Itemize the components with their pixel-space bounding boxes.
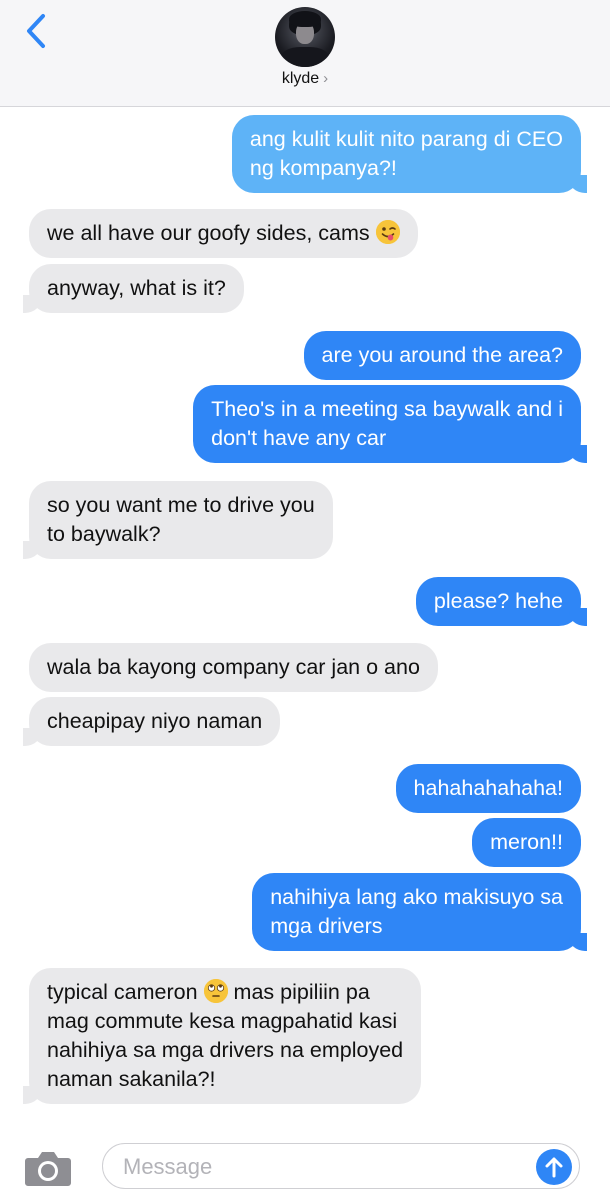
- chevron-right-icon: ›: [323, 70, 329, 87]
- arrow-up-icon: [545, 1157, 563, 1178]
- message-bubble-outgoing[interactable]: nahihiya lang ako makisuyo sa mga driver…: [252, 873, 587, 951]
- conversation-header: klyde ›: [0, 0, 610, 107]
- chevron-left-icon: [27, 14, 45, 48]
- message-bubble-incoming[interactable]: cheapipay niyo naman: [22, 697, 281, 746]
- message-composer: [0, 1135, 610, 1200]
- message-line: meron!!: [490, 830, 563, 854]
- message-bubble-outgoing[interactable]: please? hehe: [415, 577, 588, 626]
- message-bubble-incoming[interactable]: so you want me to drive you to baywalk?: [23, 481, 333, 559]
- avatar-hair-top: [289, 11, 321, 27]
- camera-icon: [25, 1152, 71, 1186]
- message-line: ng kompanya?!: [249, 156, 397, 180]
- message-line: nahihiya lang ako makisuyo sa: [270, 885, 563, 909]
- back-button[interactable]: [16, 8, 56, 54]
- camera-button[interactable]: [24, 1148, 72, 1188]
- message-bubble-incoming[interactable]: anyway, what is it?: [23, 264, 244, 313]
- message-line: to baywalk?: [47, 522, 161, 546]
- message-bubble-outgoing[interactable]: ang kulit kulit nito parang di CEO ng ko…: [231, 115, 588, 193]
- contact-avatar[interactable]: [275, 7, 335, 67]
- message-field: [102, 1143, 580, 1189]
- message-bubble-outgoing[interactable]: meron!!: [472, 818, 581, 867]
- message-bubble-outgoing[interactable]: Theo's in a meeting sa baywalk and i don…: [193, 385, 587, 463]
- message-line: anyway, what is it?: [47, 276, 226, 300]
- message-line: so you want me to drive you: [47, 493, 315, 517]
- message-line: typical cameron: [47, 980, 198, 1004]
- message-line: hahahahahaha!: [413, 776, 563, 800]
- message-line: please? hehe: [433, 589, 563, 613]
- contact-name-button[interactable]: klyde ›: [0, 70, 610, 88]
- message-line: wala ba kayong company car jan o ano: [47, 655, 420, 679]
- message-line: are you around the area?: [321, 343, 563, 367]
- message-line: nahihiya sa mga drivers na employed: [47, 1038, 404, 1062]
- message-bubble-incoming[interactable]: wala ba kayong company car jan o ano: [29, 643, 438, 692]
- message-bubble-outgoing[interactable]: hahahahahaha!: [395, 764, 581, 813]
- message-line: cheapipay niyo naman: [47, 709, 263, 733]
- message-line: Theo's in a meeting sa baywalk and i: [211, 397, 563, 421]
- message-bubble-incoming[interactable]: typical cameron mas pipiliin pa mag comm…: [22, 968, 422, 1104]
- winking-face-with-tongue-icon: [375, 220, 400, 244]
- send-button[interactable]: [536, 1149, 572, 1185]
- message-line: we all have our goofy sides, cams: [47, 221, 370, 245]
- message-bubble-incoming[interactable]: we all have our goofy sides, cams: [29, 209, 418, 258]
- avatar-shoulders: [281, 47, 329, 67]
- contact-name: klyde: [281, 70, 320, 87]
- message-line: naman sakanila?!: [47, 1067, 216, 1091]
- message-input[interactable]: [123, 1152, 523, 1182]
- message-line: mga drivers: [270, 914, 383, 938]
- message-line: ang kulit kulit nito parang di CEO: [249, 127, 563, 151]
- face-with-rolling-eyes-icon: [203, 979, 228, 1003]
- message-bubble-outgoing[interactable]: are you around the area?: [303, 331, 581, 380]
- message-line: don't have any car: [211, 426, 387, 450]
- message-line: mag commute kesa magpahatid kasi: [47, 1009, 398, 1033]
- message-line: mas pipiliin pa: [233, 980, 370, 1004]
